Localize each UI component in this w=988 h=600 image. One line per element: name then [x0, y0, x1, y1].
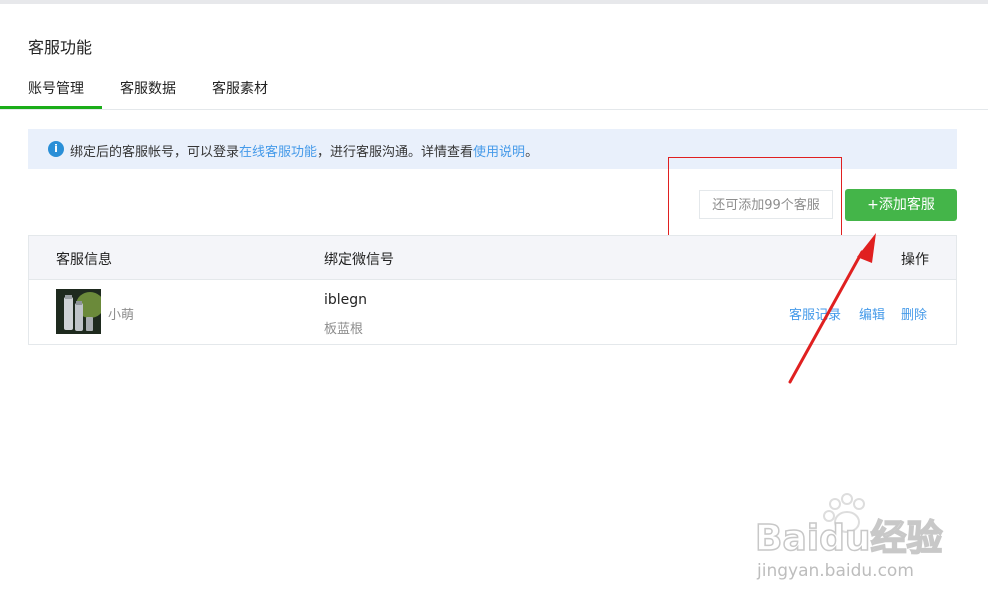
- tab-service-materials[interactable]: 客服素材: [212, 78, 268, 98]
- annotation-highlight-box: [668, 157, 842, 238]
- usage-guide-link[interactable]: 使用说明: [473, 145, 525, 160]
- avatar-image: [56, 289, 101, 334]
- wechat-name: 板蓝根: [324, 322, 364, 337]
- online-service-link[interactable]: 在线客服功能: [239, 145, 317, 160]
- page-title: 客服功能: [28, 38, 93, 57]
- edit-link[interactable]: 编辑: [859, 304, 885, 323]
- tab-bar: 账号管理 客服数据 客服素材: [0, 70, 988, 110]
- notice-text-before: 绑定后的客服帐号，可以登录: [70, 145, 240, 160]
- header-bound-wechat: 绑定微信号: [324, 252, 394, 268]
- top-border: [0, 0, 988, 4]
- table-header: 客服信息 绑定微信号 操作: [29, 236, 956, 280]
- header-service-info: 客服信息: [56, 252, 112, 268]
- add-service-button[interactable]: +添加客服: [845, 189, 957, 221]
- wechat-id: iblegn: [324, 292, 368, 308]
- delete-link[interactable]: 删除: [901, 304, 927, 323]
- tab-account-management[interactable]: 账号管理: [0, 78, 102, 109]
- notice-text-after: 。: [525, 145, 539, 160]
- notice-text-middle: ，进行客服沟通。详情查看: [317, 145, 474, 160]
- avatar: [56, 289, 101, 334]
- notice-text: 绑定后的客服帐号，可以登录在线客服功能，进行客服沟通。详情查看使用说明。: [70, 141, 538, 160]
- baidu-watermark: Baidu经验 jingyan.baidu.com: [755, 493, 943, 581]
- service-table: 客服信息 绑定微信号 操作 小萌 iblegn 板蓝根 客服记录 编辑 删除: [28, 235, 957, 345]
- header-actions: 操作: [901, 252, 929, 268]
- watermark-logo-text: Baidu经验: [755, 518, 942, 559]
- tab-service-data[interactable]: 客服数据: [120, 78, 176, 98]
- service-nickname: 小萌: [108, 308, 135, 323]
- service-records-link[interactable]: 客服记录: [789, 304, 841, 323]
- info-icon: i: [48, 141, 64, 157]
- watermark-url: jingyan.baidu.com: [756, 561, 914, 581]
